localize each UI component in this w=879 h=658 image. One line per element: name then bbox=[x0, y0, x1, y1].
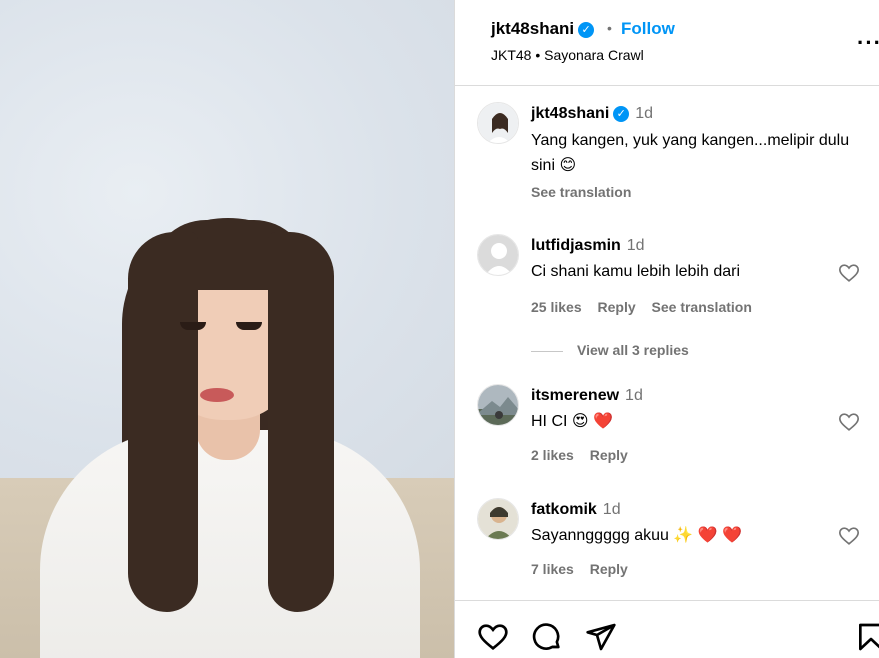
comment-text: HI CI 😍 ❤️ bbox=[531, 413, 613, 430]
person-eye-right bbox=[236, 322, 262, 330]
header-separator: • bbox=[607, 20, 612, 36]
caption-text: Yang kangen, yuk yang kangen...melipir d… bbox=[531, 132, 850, 174]
comment-username[interactable]: lutfidjasmin 1d bbox=[531, 237, 645, 255]
comment-meta: 2 likes Reply bbox=[531, 447, 640, 463]
replies-divider bbox=[531, 350, 563, 352]
post-sidebar: jkt48shani ✓ • Follow JKT48 • Sayonara Cr… bbox=[454, 0, 879, 658]
reply-button[interactable]: Reply bbox=[590, 561, 628, 577]
avatar-image bbox=[478, 103, 518, 143]
like-count[interactable]: 2 likes bbox=[531, 447, 574, 463]
view-replies-button[interactable]: View all 3 replies bbox=[531, 342, 689, 358]
comment-text: Ci shani kamu lebih lebih dari bbox=[531, 263, 740, 280]
comment-username[interactable]: fatkomik 1d bbox=[531, 501, 621, 519]
see-translation-link[interactable]: See translation bbox=[652, 299, 752, 315]
avatar[interactable] bbox=[477, 498, 519, 540]
reply-button[interactable]: Reply bbox=[598, 299, 636, 315]
comment-time[interactable]: 1d bbox=[603, 501, 621, 518]
caption-username[interactable]: jkt48shani ✓ 1d bbox=[531, 105, 653, 123]
person-hair-left bbox=[128, 232, 198, 612]
comment-meta: 25 likes Reply See translation bbox=[531, 299, 764, 315]
comment-username-text[interactable]: lutfidjasmin bbox=[531, 237, 621, 254]
comment-time[interactable]: 1d bbox=[625, 387, 643, 404]
reply-button[interactable]: Reply bbox=[590, 447, 628, 463]
avatar-image bbox=[478, 385, 518, 425]
bookmark-icon[interactable] bbox=[855, 621, 879, 653]
person-shirt bbox=[40, 430, 420, 658]
post-audio-subtitle[interactable]: JKT48 • Sayonara Crawl bbox=[491, 47, 644, 63]
default-avatar-icon bbox=[478, 235, 518, 275]
comment-meta: 7 likes Reply bbox=[531, 561, 640, 577]
like-count[interactable]: 25 likes bbox=[531, 299, 582, 315]
post-header: jkt48shani ✓ • Follow JKT48 • Sayonara Cr… bbox=[455, 0, 879, 86]
person-lips bbox=[200, 388, 234, 402]
like-count[interactable]: 7 likes bbox=[531, 561, 574, 577]
comment-text: Sayannggggg akuu ✨ ❤️ ❤️ bbox=[531, 527, 742, 544]
like-heart-icon[interactable] bbox=[838, 525, 860, 547]
author-username[interactable]: jkt48shani ✓ bbox=[491, 19, 595, 39]
post-media[interactable] bbox=[0, 0, 454, 658]
view-replies-label[interactable]: View all 3 replies bbox=[577, 342, 689, 358]
like-heart-icon[interactable] bbox=[838, 411, 860, 433]
person-eye-left bbox=[180, 322, 206, 330]
comment-username[interactable]: itsmerenew 1d bbox=[531, 387, 643, 405]
like-heart-icon[interactable] bbox=[838, 262, 860, 284]
verified-badge-icon: ✓ bbox=[613, 106, 630, 122]
comment-username-text[interactable]: itsmerenew bbox=[531, 387, 619, 404]
comment-username-text[interactable]: fatkomik bbox=[531, 501, 597, 518]
comment-bubble-icon[interactable] bbox=[531, 621, 563, 653]
author-username-text[interactable]: jkt48shani bbox=[491, 19, 574, 38]
post-actions-bar bbox=[455, 600, 879, 658]
avatar[interactable] bbox=[477, 102, 519, 144]
like-heart-icon[interactable] bbox=[477, 621, 509, 653]
caption-time[interactable]: 1d bbox=[635, 105, 653, 122]
caption-username-text[interactable]: jkt48shani bbox=[531, 105, 609, 122]
avatar[interactable] bbox=[477, 384, 519, 426]
avatar-image bbox=[478, 499, 518, 539]
comment-time[interactable]: 1d bbox=[627, 237, 645, 254]
follow-button[interactable]: Follow bbox=[621, 19, 675, 39]
see-translation-link[interactable]: See translation bbox=[531, 184, 631, 200]
person-hair-right bbox=[268, 232, 334, 612]
more-options-icon[interactable]: ··· bbox=[857, 30, 879, 56]
share-send-icon[interactable] bbox=[585, 621, 617, 653]
caption-meta: See translation bbox=[531, 184, 643, 200]
verified-badge-icon: ✓ bbox=[578, 22, 595, 38]
avatar[interactable] bbox=[477, 234, 519, 276]
